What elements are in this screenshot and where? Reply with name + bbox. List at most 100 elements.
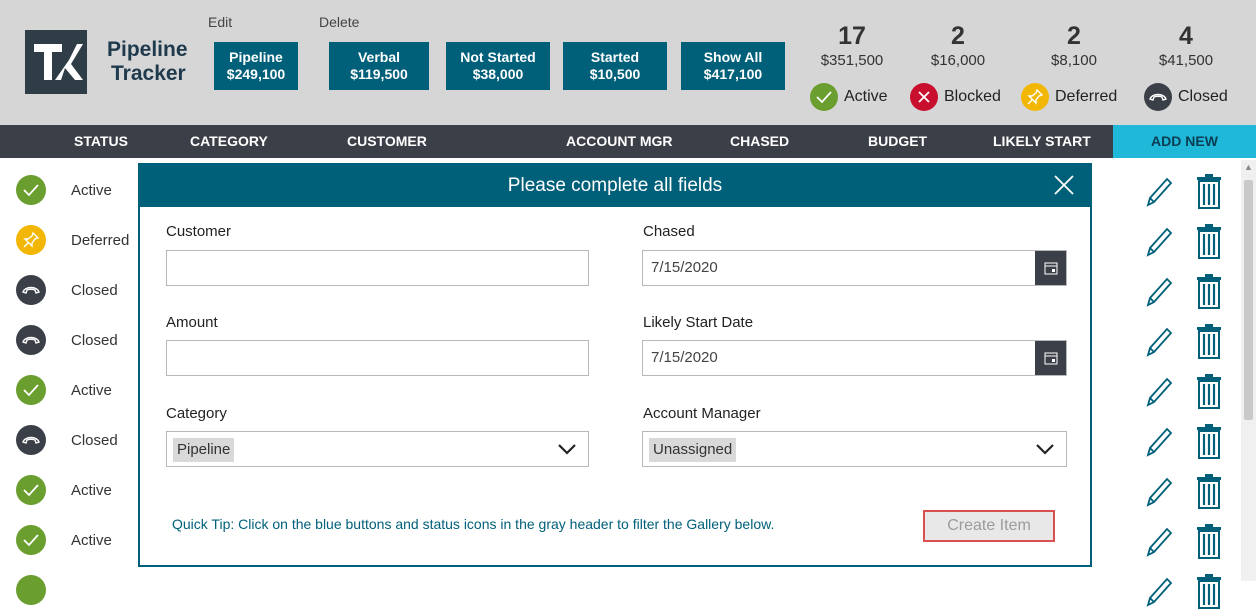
edit-pencil-icon[interactable] <box>1143 175 1173 209</box>
account-manager-dropdown[interactable]: Unassigned <box>642 431 1067 467</box>
delete-link[interactable]: Delete <box>319 14 359 30</box>
category-label: Category <box>166 405 227 422</box>
stat-deferred: 2 $8,100 <box>1014 22 1134 69</box>
edit-pencil-icon[interactable] <box>1143 275 1173 309</box>
account-manager-label: Account Manager <box>643 405 761 422</box>
edit-link[interactable]: Edit <box>208 14 232 30</box>
stat-blocked: 2 $16,000 <box>898 22 1018 69</box>
column-header-bar: STATUS CATEGORY CUSTOMER ACCOUNT MGR CHA… <box>0 125 1256 158</box>
filter-started-button[interactable]: Started $10,500 <box>563 42 667 90</box>
column-budget[interactable]: BUDGET <box>868 125 927 158</box>
likely-start-date-value: 7/15/2020 <box>651 349 718 366</box>
amount-input[interactable] <box>166 340 589 376</box>
create-item-button[interactable]: Create Item <box>923 510 1055 542</box>
chevron-down-icon[interactable] <box>1036 443 1054 455</box>
filter-label: Pipeline <box>229 49 283 65</box>
chased-date-input[interactable]: 7/15/2020 <box>642 250 1067 286</box>
likely-start-label: Likely Start Date <box>643 314 754 331</box>
column-status[interactable]: STATUS <box>74 125 128 158</box>
trash-icon[interactable] <box>1196 373 1222 409</box>
account-manager-selected: Unassigned <box>649 438 737 462</box>
stat-count: 2 <box>951 22 965 50</box>
app-logo <box>25 30 87 94</box>
calendar-icon[interactable] <box>1035 251 1066 285</box>
row-action-group <box>0 565 1240 615</box>
filter-amount: $38,000 <box>472 66 524 82</box>
check-icon <box>810 83 838 111</box>
dialog-header: Please complete all fields <box>140 165 1090 207</box>
filter-label: Show All <box>703 49 763 65</box>
stat-amount: $16,000 <box>930 52 986 69</box>
scroll-up-icon[interactable]: ▲ <box>1244 162 1253 172</box>
filter-amount: $417,100 <box>703 66 763 82</box>
filter-amount: $10,500 <box>589 66 641 82</box>
x-icon <box>910 83 938 111</box>
dialog-title: Please complete all fields <box>507 175 723 196</box>
amount-label: Amount <box>166 314 218 331</box>
filter-deferred-status[interactable]: Deferred <box>1021 82 1117 112</box>
filter-active-status[interactable]: Active <box>810 82 888 112</box>
app-header: Pipeline Tracker Edit Delete Pipeline $2… <box>0 0 1256 125</box>
filter-label: Started <box>590 49 640 65</box>
legend-label: Deferred <box>1055 88 1118 105</box>
calendar-icon[interactable] <box>1035 341 1066 375</box>
scrollbar-thumb[interactable] <box>1244 180 1253 420</box>
trash-icon[interactable] <box>1196 573 1222 609</box>
stat-count: 17 <box>838 22 866 50</box>
phone-hangup-icon <box>1144 83 1172 111</box>
app-title-line2: Tracker <box>111 62 186 85</box>
legend-label: Blocked <box>944 88 1001 105</box>
customer-label: Customer <box>166 223 232 240</box>
stat-amount: $41,500 <box>1158 52 1214 69</box>
close-icon[interactable] <box>1052 173 1076 197</box>
chased-date-value: 7/15/2020 <box>651 259 718 276</box>
filter-pipeline-button[interactable]: Pipeline $249,100 <box>214 42 298 90</box>
likely-start-date-input[interactable]: 7/15/2020 <box>642 340 1067 376</box>
column-account-mgr[interactable]: ACCOUNT MGR <box>566 125 673 158</box>
legend-label: Active <box>844 88 888 105</box>
edit-pencil-icon[interactable] <box>1143 525 1173 559</box>
stat-closed: 4 $41,500 <box>1126 22 1246 69</box>
trash-icon[interactable] <box>1196 323 1222 359</box>
app-title-line1: Pipeline <box>107 38 188 61</box>
new-item-dialog: Please complete all fields Customer Amou… <box>138 163 1092 567</box>
column-chased[interactable]: CHASED <box>730 125 789 158</box>
trash-icon[interactable] <box>1196 423 1222 459</box>
filter-blocked-status[interactable]: Blocked <box>910 82 1001 112</box>
edit-pencil-icon[interactable] <box>1143 575 1173 609</box>
trash-icon[interactable] <box>1196 173 1222 209</box>
quick-tip-text: Quick Tip: Click on the blue buttons and… <box>172 516 775 532</box>
customer-input[interactable] <box>166 250 589 286</box>
pushpin-icon <box>1021 83 1049 111</box>
trash-icon[interactable] <box>1196 223 1222 259</box>
filter-verbal-button[interactable]: Verbal $119,500 <box>329 42 429 90</box>
filter-amount: $119,500 <box>350 66 408 82</box>
edit-pencil-icon[interactable] <box>1143 425 1173 459</box>
edit-pencil-icon[interactable] <box>1143 325 1173 359</box>
stat-count: 4 <box>1179 22 1193 50</box>
column-likely-start[interactable]: LIKELY START <box>993 125 1091 158</box>
trash-icon[interactable] <box>1196 523 1222 559</box>
category-dropdown[interactable]: Pipeline <box>166 431 589 467</box>
chevron-down-icon[interactable] <box>558 443 576 455</box>
filter-label: Not Started <box>460 49 536 65</box>
edit-pencil-icon[interactable] <box>1143 375 1173 409</box>
add-new-button[interactable]: ADD NEW <box>1113 125 1256 158</box>
column-customer[interactable]: CUSTOMER <box>347 125 427 158</box>
app-title: Pipeline Tracker <box>107 38 188 86</box>
gallery-scrollbar[interactable]: ▲ <box>1241 160 1256 581</box>
trash-icon[interactable] <box>1196 473 1222 509</box>
category-selected: Pipeline <box>173 438 235 462</box>
edit-pencil-icon[interactable] <box>1143 225 1173 259</box>
filter-amount: $249,100 <box>226 66 286 82</box>
trash-icon[interactable] <box>1196 273 1222 309</box>
column-category[interactable]: CATEGORY <box>190 125 268 158</box>
filter-label: Verbal <box>357 49 401 65</box>
legend-label: Closed <box>1178 88 1228 105</box>
chased-label: Chased <box>643 223 695 240</box>
filter-show-all-button[interactable]: Show All $417,100 <box>681 42 785 90</box>
filter-closed-status[interactable]: Closed <box>1144 82 1228 112</box>
filter-not-started-button[interactable]: Not Started $38,000 <box>446 42 550 90</box>
stat-count: 2 <box>1067 22 1081 50</box>
edit-pencil-icon[interactable] <box>1143 475 1173 509</box>
